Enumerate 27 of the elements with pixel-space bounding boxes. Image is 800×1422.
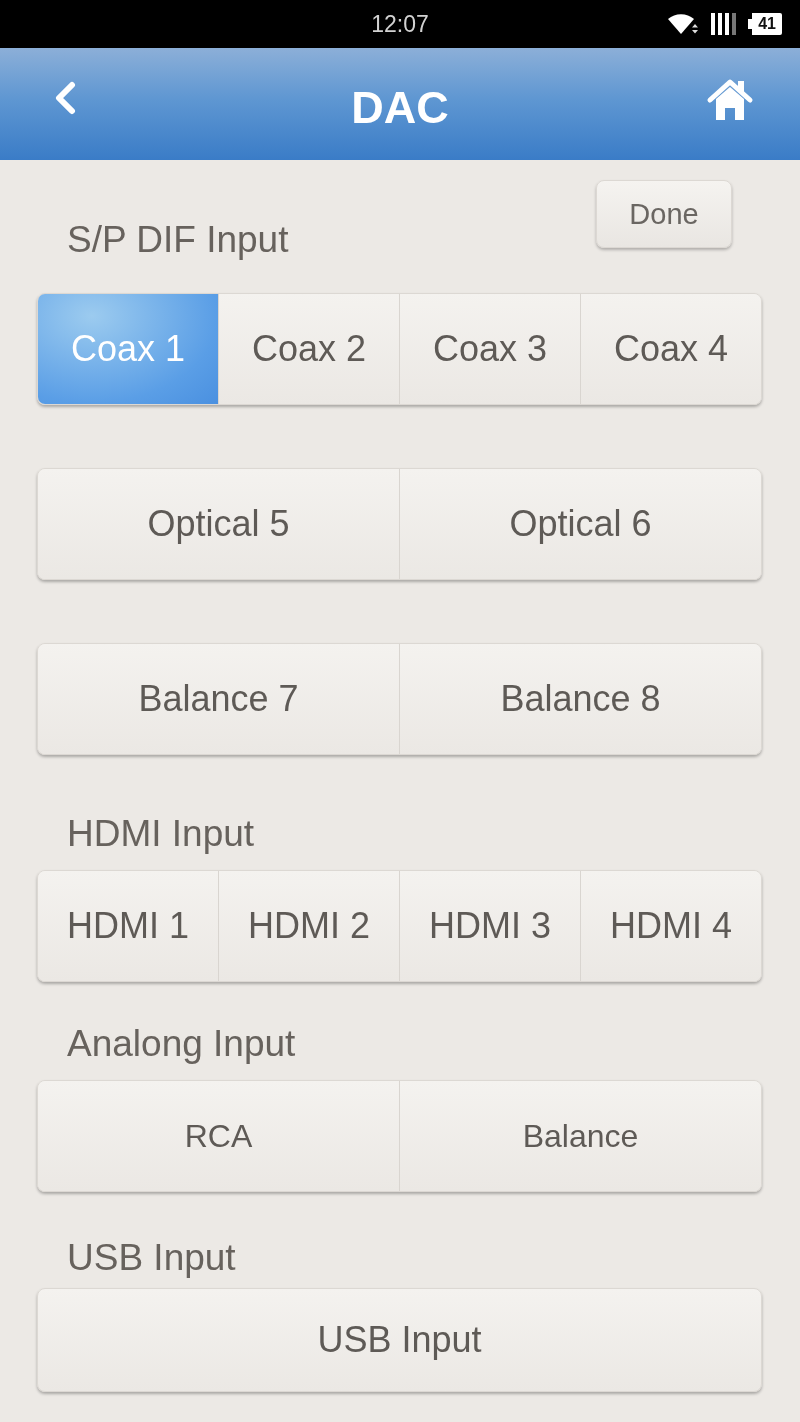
input-option-button[interactable]: Coax 2 [218,294,399,404]
input-option-button[interactable]: Balance 7 [38,644,399,754]
input-option-button[interactable]: Optical 6 [399,469,761,579]
section-label: HDMI Input [67,814,255,854]
input-option-button[interactable]: Coax 3 [399,294,580,404]
back-button[interactable] [54,81,78,115]
input-option-button[interactable]: Coax 4 [580,294,761,404]
input-option-button[interactable]: HDMI 3 [399,871,580,981]
input-option-button[interactable]: Optical 5 [38,469,399,579]
home-icon [706,78,754,122]
page-title: DAC [351,82,449,135]
input-option-button[interactable]: RCA [38,1081,399,1191]
input-option-button[interactable]: HDMI 2 [218,871,399,981]
input-option-button[interactable]: Balance 8 [399,644,761,754]
section-label: Analong Input [67,1024,296,1064]
input-option-button[interactable]: HDMI 4 [580,871,761,981]
input-option-button[interactable]: USB Input [37,1288,762,1392]
section-label: USB Input [67,1238,236,1278]
section-label: S/P DIF Input [67,220,289,260]
signal-icon [711,13,739,35]
input-option-button[interactable]: Balance [399,1081,761,1191]
home-button[interactable] [706,78,754,122]
status-time: 12:07 [371,11,429,37]
battery-indicator: 41 [748,13,782,35]
done-button[interactable]: Done [596,180,732,248]
input-option-button[interactable]: HDMI 1 [38,871,218,981]
back-icon [54,81,78,115]
